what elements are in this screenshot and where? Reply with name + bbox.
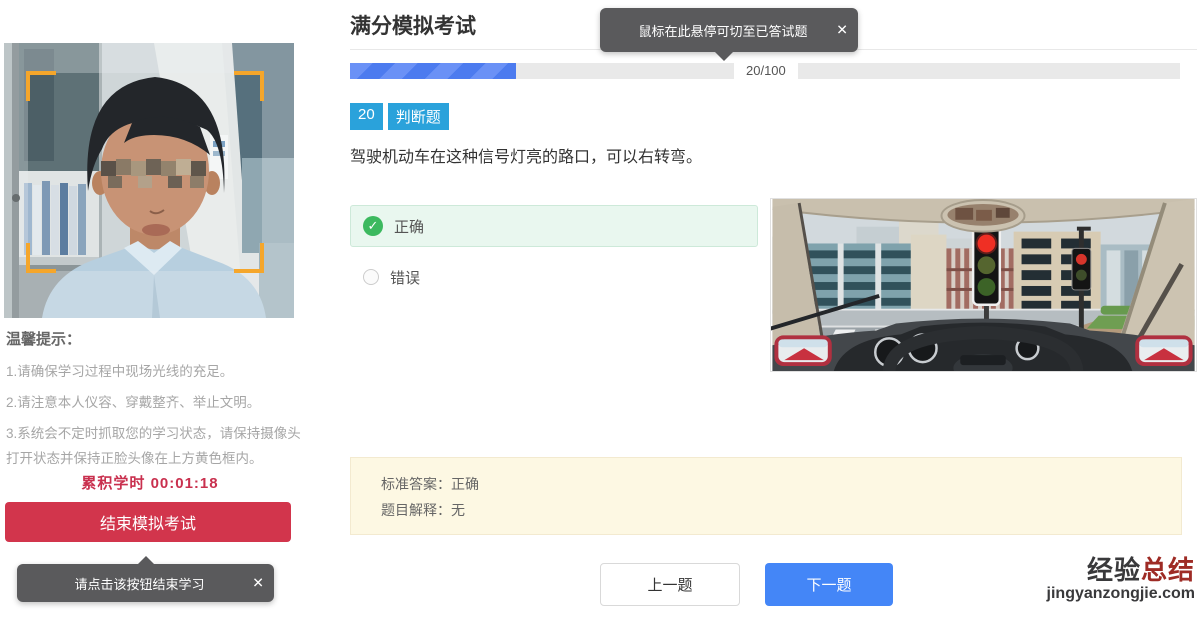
progress-label: 20/100 — [734, 61, 798, 81]
question-type-badge: 判断题 — [388, 103, 449, 130]
question-badges: 20 判断题 — [350, 103, 449, 130]
watermark: 经验总结 jingyanzongjie.com — [1047, 556, 1195, 602]
question-number-badge: 20 — [350, 103, 383, 130]
page-title: 满分模拟考试 — [350, 10, 476, 40]
question-image — [770, 198, 1197, 372]
watermark-brand-black: 经验 — [1087, 555, 1141, 585]
question-explanation: 题目解释：无 — [381, 497, 1181, 523]
close-icon[interactable]: ✕ — [836, 22, 848, 39]
progress-tooltip: 鼠标在此悬停可切至已答试题 ✕ — [600, 8, 858, 52]
tooltip-arrow-up — [137, 556, 155, 565]
progress-bar[interactable]: 20/100 — [350, 63, 1180, 79]
previous-question-button[interactable]: 上一题 — [600, 563, 740, 606]
timer-label: 累积学时 — [81, 475, 145, 492]
answer-options: ✓ 正确 错误 — [350, 205, 758, 292]
sidebar: 温馨提示： 1.请确保学习过程中现场光线的充足。 2.请注意本人仪容、穿戴整齐、… — [0, 0, 320, 619]
tooltip-text: 鼠标在此悬停可切至已答试题 — [600, 21, 858, 40]
watermark-brand-red: 总结 — [1141, 555, 1195, 585]
option-label: 正确 — [394, 216, 424, 237]
option-label: 错误 — [390, 267, 420, 288]
standard-answer: 标准答案：正确 — [381, 471, 1181, 497]
close-icon[interactable]: ✕ — [252, 575, 264, 592]
tips-title: 温馨提示： — [6, 328, 308, 349]
watermark-brand: 经验总结 — [1047, 556, 1195, 585]
tooltip-arrow-down — [714, 51, 734, 61]
check-icon: ✓ — [363, 216, 383, 236]
tip-line-1: 1.请确保学习过程中现场光线的充足。 — [6, 359, 308, 384]
exam-page: 温馨提示： 1.请确保学习过程中现场光线的充足。 2.请注意本人仪容、穿戴整齐、… — [0, 0, 1200, 619]
intersection-illustration — [771, 199, 1196, 371]
tooltip-text: 请点击该按钮结束学习 — [17, 574, 274, 593]
next-question-button[interactable]: 下一题 — [765, 563, 893, 606]
end-exam-button[interactable]: 结束模拟考试 — [5, 502, 291, 542]
webcam-feed — [4, 43, 294, 318]
timer-value: 00:01:18 — [151, 475, 219, 492]
warm-tips: 温馨提示： 1.请确保学习过程中现场光线的充足。 2.请注意本人仪容、穿戴整齐、… — [6, 328, 308, 477]
option-wrong[interactable]: 错误 — [350, 262, 758, 292]
watermark-domain: jingyanzongjie.com — [1047, 585, 1195, 603]
webcam-photo — [4, 43, 294, 318]
study-timer: 累积学时 00:01:18 — [0, 472, 300, 493]
question-text: 驾驶机动车在这种信号灯亮的路口，可以右转弯。 — [350, 143, 702, 167]
end-exam-tooltip: 请点击该按钮结束学习 ✕ — [17, 564, 274, 602]
option-correct[interactable]: ✓ 正确 — [350, 205, 758, 247]
progress-fill — [350, 63, 516, 79]
radio-icon — [363, 269, 379, 285]
tip-line-2: 2.请注意本人仪容、穿戴整齐、举止文明。 — [6, 390, 308, 415]
tip-line-3: 3.系统会不定时抓取您的学习状态，请保持摄像头打开状态并保持正脸头像在上方黄色框… — [6, 421, 308, 471]
answer-explanation-box: 标准答案：正确 题目解释：无 — [350, 457, 1182, 535]
